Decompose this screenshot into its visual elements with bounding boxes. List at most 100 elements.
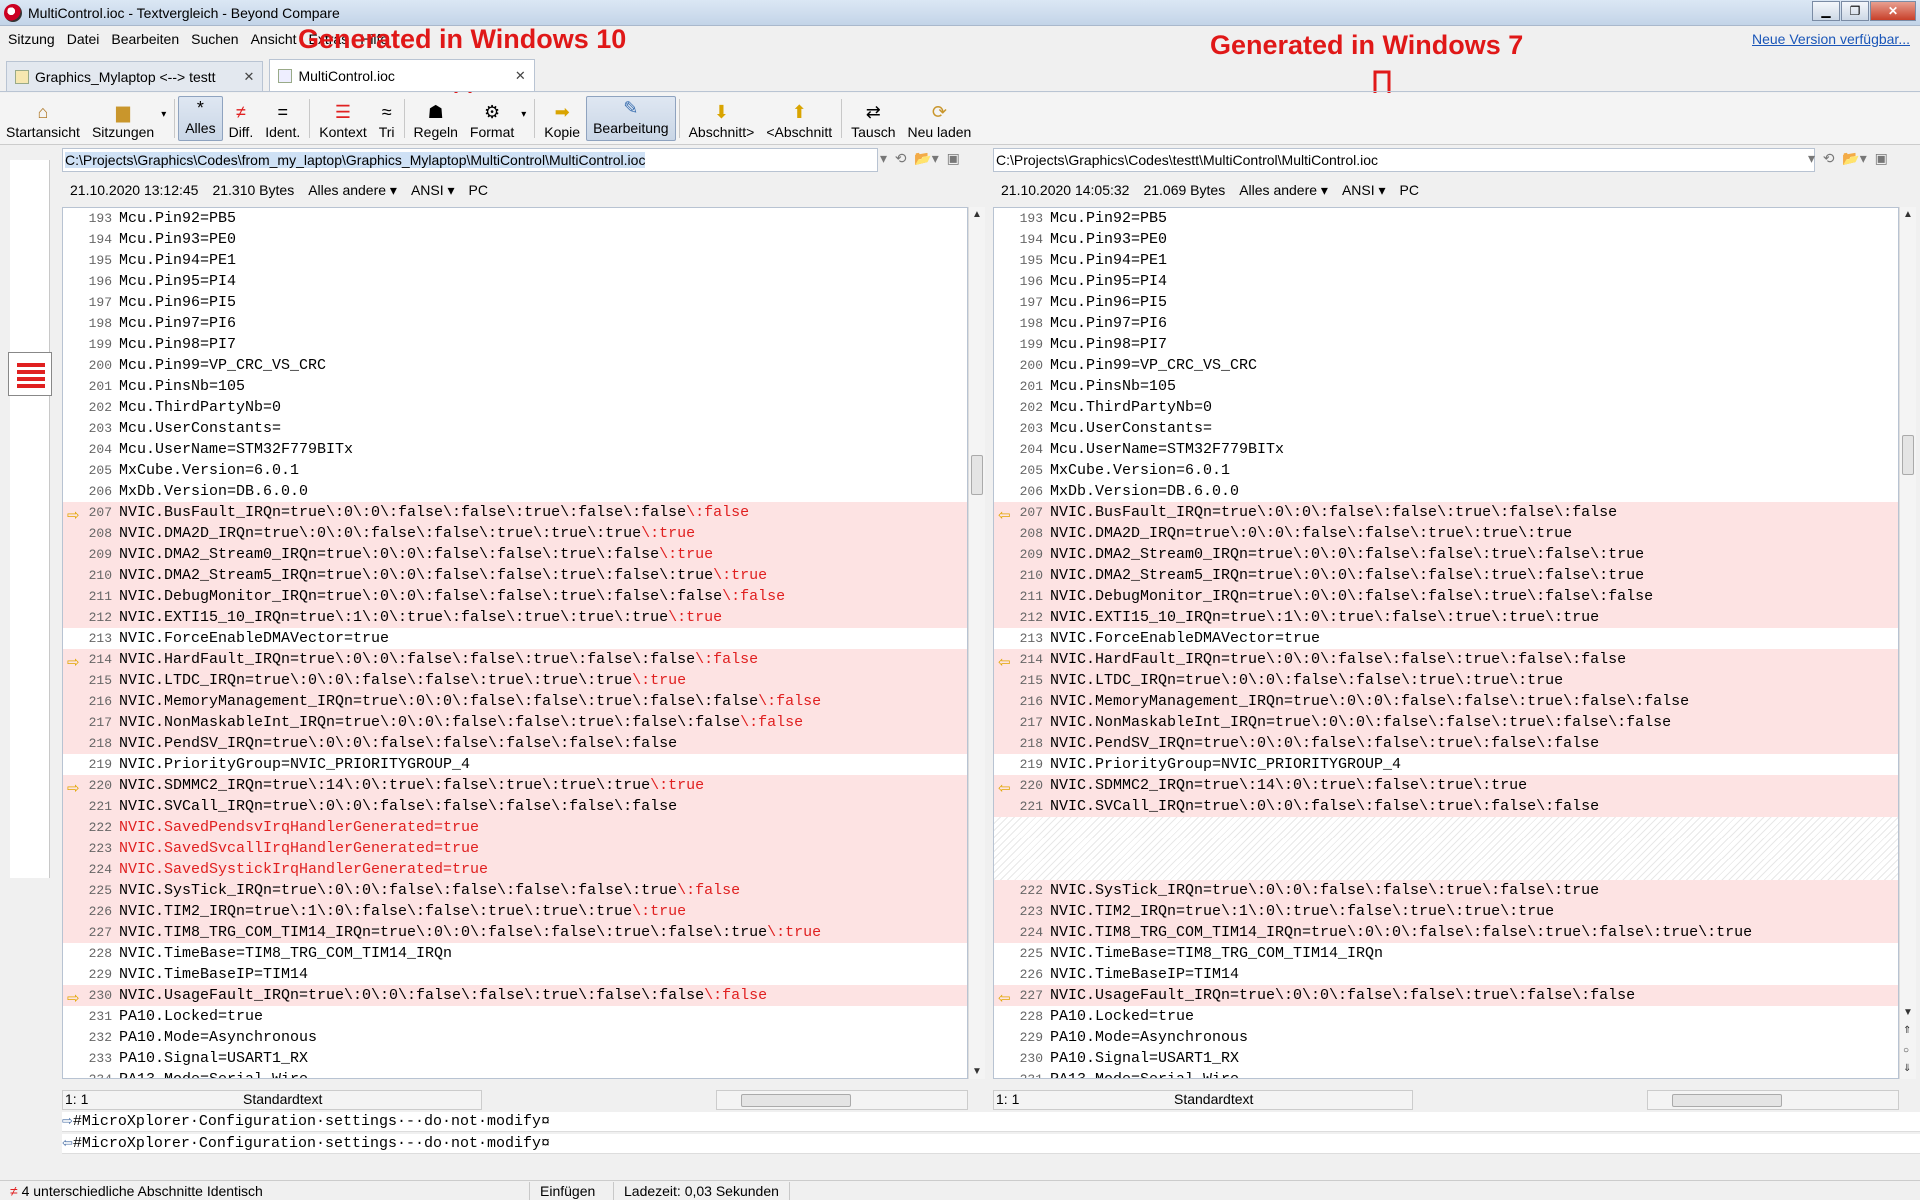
save-icon[interactable]: ▣ bbox=[947, 150, 960, 166]
text-line[interactable]: 193 Mcu.Pin92=PB5 bbox=[994, 208, 1898, 229]
text-line[interactable]: 218 NVIC.PendSV_IRQn=true\:0\:0\:false\:f… bbox=[63, 733, 967, 754]
text-line[interactable]: 216 NVIC.MemoryManagement_IRQn=true\:0\:0… bbox=[63, 691, 967, 712]
text-line[interactable]: 210 NVIC.DMA2_Stream5_IRQn=true\:0\:0\:fa… bbox=[63, 565, 967, 586]
text-line[interactable]: 202 Mcu.ThirdPartyNb=0 bbox=[994, 397, 1898, 418]
text-line[interactable]: 228 PA10.Locked=true bbox=[994, 1006, 1898, 1027]
scroll-up-icon[interactable]: ▲ bbox=[1903, 209, 1913, 220]
text-line[interactable]: 231PA13.Mode=Serial_Wire bbox=[994, 1069, 1898, 1078]
right-line-ending[interactable]: PC bbox=[1400, 182, 1419, 200]
left-encoding-dropdown[interactable]: ANSI ▾ bbox=[411, 182, 455, 200]
text-line[interactable]: 197 Mcu.Pin96=PI5 bbox=[63, 292, 967, 313]
text-line[interactable]: 201 Mcu.PinsNb=105 bbox=[63, 376, 967, 397]
text-line[interactable]: 212 NVIC.EXTI15_10_IRQn=true\:1\:0\:true\… bbox=[994, 607, 1898, 628]
text-line[interactable]: 211 NVIC.DebugMonitor_IRQn=true\:0\:0\:fa… bbox=[63, 586, 967, 607]
text-line[interactable]: 226 NVIC.TIM2_IRQn=true\:1\:0\:false\:fal… bbox=[63, 901, 967, 922]
text-line[interactable]: 227 NVIC.TIM8_TRG_COM_TIM14_IRQn=true\:0\… bbox=[63, 922, 967, 943]
copy-button[interactable]: ➡ Kopie bbox=[538, 93, 586, 144]
text-line[interactable]: 195 Mcu.Pin94=PE1 bbox=[63, 250, 967, 271]
text-line[interactable]: 211 NVIC.DebugMonitor_IRQn=true\:0\:0\:fa… bbox=[994, 586, 1898, 607]
center-icon[interactable]: ○ bbox=[1903, 1045, 1909, 1056]
text-line[interactable]: 221 NVIC.SVCall_IRQn=true\:0\:0\:false\:f… bbox=[994, 796, 1898, 817]
text-line[interactable]: 200 Mcu.Pin99=VP_CRC_VS_CRC bbox=[994, 355, 1898, 376]
text-line[interactable]: 208 NVIC.DMA2D_IRQn=true\:0\:0\:false\:fa… bbox=[63, 523, 967, 544]
tab-folder-session[interactable]: Graphics_Mylaptop <--> testt ✕ bbox=[6, 61, 264, 91]
text-line[interactable]: 193 Mcu.Pin92=PB5 bbox=[63, 208, 967, 229]
show-diffs-button[interactable]: ≠ Diff. bbox=[223, 93, 260, 144]
text-line[interactable]: 206 MxDb.Version=DB.6.0.0 bbox=[63, 481, 967, 502]
text-line[interactable]: 209 NVIC.DMA2_Stream0_IRQn=true\:0\:0\:fa… bbox=[994, 544, 1898, 565]
text-line[interactable]: 228 NVIC.TimeBase=TIM8_TRG_COM_TIM14_IRQn bbox=[63, 943, 967, 964]
text-line[interactable]: 194 Mcu.Pin93=PE0 bbox=[63, 229, 967, 250]
text-line[interactable]: ⇨ 220 NVIC.SDMMC2_IRQn=true\:14\:0\:true\:… bbox=[63, 775, 967, 797]
text-line[interactable]: 198 Mcu.Pin97=PI6 bbox=[994, 313, 1898, 334]
show-all-button[interactable]: * Alles bbox=[178, 96, 223, 141]
text-line[interactable]: 217 NVIC.NonMaskableInt_IRQn=true\:0\:0\:… bbox=[994, 712, 1898, 733]
text-line[interactable]: 224 NVIC.TIM8_TRG_COM_TIM14_IRQn=true\:0\… bbox=[994, 922, 1898, 943]
right-filter-dropdown[interactable]: Alles andere ▾ bbox=[1239, 182, 1328, 200]
edit-button[interactable]: ✎ Bearbeitung bbox=[586, 96, 676, 141]
text-line[interactable]: 222 NVIC.SavedPendsvIrqHandlerGenerated=t… bbox=[63, 817, 967, 838]
scroll-thumb[interactable] bbox=[1902, 435, 1914, 475]
text-line[interactable]: 213 NVIC.ForceEnableDMAVector=true bbox=[63, 628, 967, 649]
menu-edit[interactable]: Bearbeiten bbox=[111, 31, 179, 47]
reload-button[interactable]: ⟳ Neu laden bbox=[901, 93, 977, 144]
text-line[interactable]: ⇦ 220 NVIC.SDMMC2_IRQn=true\:14\:0\:true\:… bbox=[994, 775, 1898, 797]
right-path-bar[interactable]: C:\Projects\Graphics\Codes\testt\MultiCo… bbox=[993, 148, 1815, 172]
text-line[interactable]: ⇨ 207 NVIC.BusFault_IRQn=true\:0\:0\:false… bbox=[63, 502, 967, 524]
text-line[interactable]: 194 Mcu.Pin93=PE0 bbox=[994, 229, 1898, 250]
text-line[interactable]: 229 PA10.Mode=Asynchronous bbox=[994, 1027, 1898, 1048]
save-icon[interactable]: ▣ bbox=[1875, 150, 1888, 166]
text-line[interactable]: 212 NVIC.EXTI15_10_IRQn=true\:1\:0\:true\… bbox=[63, 607, 967, 628]
menu-file[interactable]: Datei bbox=[67, 31, 100, 47]
scroll-thumb[interactable] bbox=[741, 1094, 851, 1107]
text-line[interactable]: 215 NVIC.LTDC_IRQn=true\:0\:0\:false\:fal… bbox=[994, 670, 1898, 691]
minor-button[interactable]: ≈ Tri bbox=[373, 93, 401, 144]
text-line[interactable]: ⇨ 230 NVIC.UsageFault_IRQn=true\:0\:0\:fal… bbox=[63, 985, 967, 1007]
blank-gap-row[interactable] bbox=[994, 859, 1898, 880]
text-line[interactable]: 219 NVIC.PriorityGroup=NVIC_PRIORITYGROUP… bbox=[63, 754, 967, 775]
left-path-bar[interactable]: C:\Projects\Graphics\Codes\from_my_lapto… bbox=[62, 148, 878, 172]
text-line[interactable]: 219 NVIC.PriorityGroup=NVIC_PRIORITYGROUP… bbox=[994, 754, 1898, 775]
text-line[interactable]: 229 NVIC.TimeBaseIP=TIM14 bbox=[63, 964, 967, 985]
left-text-pane[interactable]: 193 Mcu.Pin92=PB5 194 Mcu.Pin93=PE0 195 Mcu.P… bbox=[62, 207, 968, 1079]
right-text-pane[interactable]: 193 Mcu.Pin92=PB5 194 Mcu.Pin93=PE0 195 Mcu.P… bbox=[993, 207, 1899, 1079]
context-button[interactable]: ☰ Kontext bbox=[313, 93, 372, 144]
show-same-button[interactable]: = Ident. bbox=[259, 93, 306, 144]
text-line[interactable]: 206 MxDb.Version=DB.6.0.0 bbox=[994, 481, 1898, 502]
text-line[interactable]: ⇨ 214 NVIC.HardFault_IRQn=true\:0\:0\:fals… bbox=[63, 649, 967, 671]
menu-session[interactable]: Sitzung bbox=[8, 31, 55, 47]
right-vertical-scrollbar[interactable]: ▲ ▼ ⇑ ○ ⇓ bbox=[1899, 207, 1916, 1079]
text-line[interactable]: 225 NVIC.SysTick_IRQn=true\:0\:0\:false\:… bbox=[63, 880, 967, 901]
prev-section-button[interactable]: ⬆ <Abschnitt bbox=[760, 93, 838, 144]
blank-gap-row[interactable] bbox=[994, 838, 1898, 859]
menu-view[interactable]: Ansicht bbox=[251, 31, 297, 47]
left-path-input[interactable]: C:\Projects\Graphics\Codes\from_my_lapto… bbox=[65, 152, 646, 168]
text-line[interactable]: 203 Mcu.UserConstants= bbox=[994, 418, 1898, 439]
text-line[interactable]: 204 Mcu.UserName=STM32F779BITx bbox=[994, 439, 1898, 460]
left-line-ending[interactable]: PC bbox=[469, 182, 488, 200]
difference-overview-gutter[interactable] bbox=[10, 160, 50, 878]
tab-file-compare[interactable]: MultiControl.ioc ✕ bbox=[269, 59, 535, 91]
text-line[interactable]: 205 MxCube.Version=6.0.1 bbox=[994, 460, 1898, 481]
swap-button[interactable]: ⇄ Tausch bbox=[845, 93, 901, 144]
maximize-button[interactable]: ❐ bbox=[1841, 1, 1869, 21]
text-line[interactable]: ⇦ 227 NVIC.UsageFault_IRQn=true\:0\:0\:fal… bbox=[994, 985, 1898, 1007]
text-line[interactable]: 225 NVIC.TimeBase=TIM8_TRG_COM_TIM14_IRQn bbox=[994, 943, 1898, 964]
text-line[interactable]: 215 NVIC.LTDC_IRQn=true\:0\:0\:false\:fal… bbox=[63, 670, 967, 691]
scroll-down-icon[interactable]: ▼ bbox=[1903, 1007, 1913, 1018]
close-tab-icon[interactable]: ✕ bbox=[244, 69, 255, 85]
text-line[interactable]: 226 NVIC.TimeBaseIP=TIM14 bbox=[994, 964, 1898, 985]
text-line[interactable]: 209 NVIC.DMA2_Stream0_IRQn=true\:0\:0\:fa… bbox=[63, 544, 967, 565]
prev-diff-icon[interactable]: ⇑ bbox=[1903, 1025, 1911, 1036]
text-line[interactable]: 222 NVIC.SysTick_IRQn=true\:0\:0\:false\:… bbox=[994, 880, 1898, 901]
text-line[interactable]: 203 Mcu.UserConstants= bbox=[63, 418, 967, 439]
new-version-link[interactable]: Neue Version verfügbar... bbox=[1752, 31, 1910, 47]
text-line[interactable]: 198 Mcu.Pin97=PI6 bbox=[63, 313, 967, 334]
text-line[interactable]: 223 NVIC.SavedSvcallIrqHandlerGenerated=t… bbox=[63, 838, 967, 859]
text-line[interactable]: 201 Mcu.PinsNb=105 bbox=[994, 376, 1898, 397]
text-line[interactable]: 213 NVIC.ForceEnableDMAVector=true bbox=[994, 628, 1898, 649]
sessions-button[interactable]: ▆ Sitzungen bbox=[86, 93, 167, 144]
left-vertical-scrollbar[interactable]: ▲ ▼ bbox=[968, 207, 985, 1079]
right-horizontal-scrollbar[interactable] bbox=[1647, 1090, 1899, 1110]
text-line[interactable]: 218 NVIC.PendSV_IRQn=true\:0\:0\:false\:f… bbox=[994, 733, 1898, 754]
